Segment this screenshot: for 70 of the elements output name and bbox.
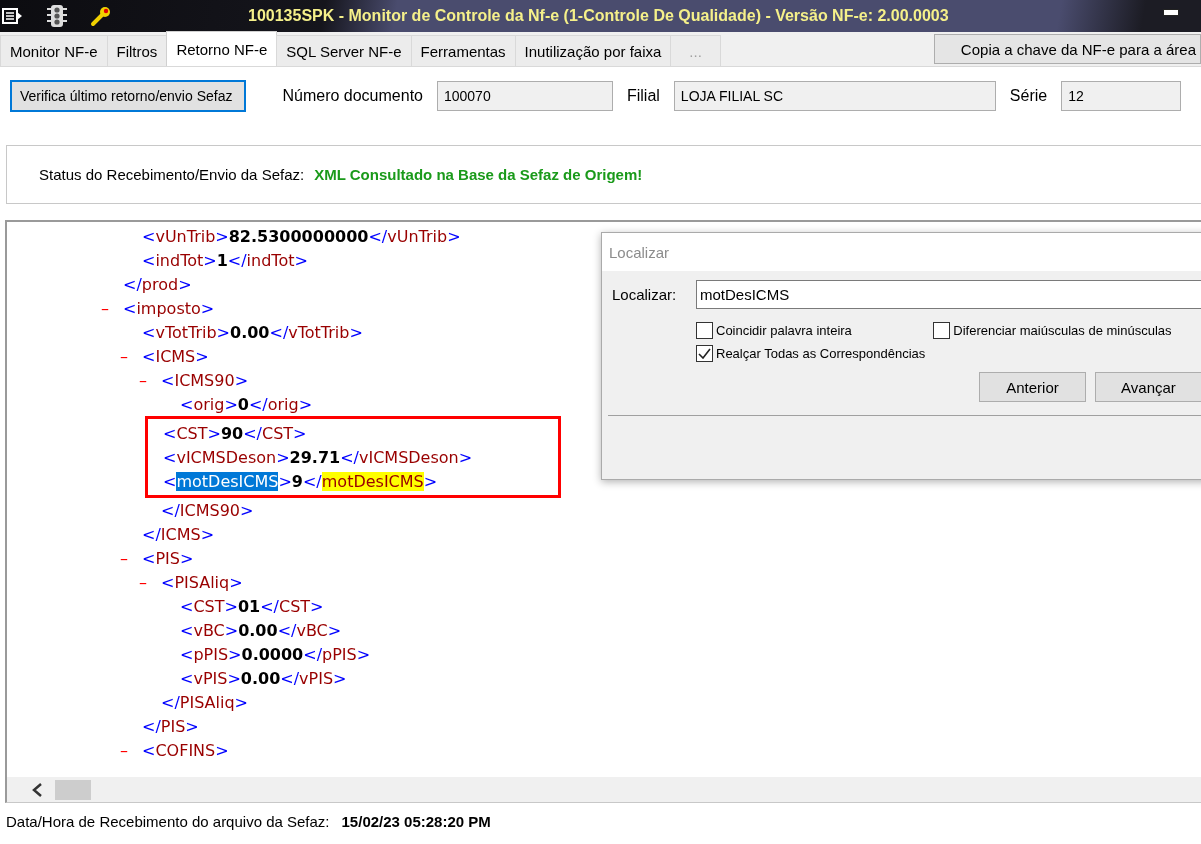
horizontal-scrollbar[interactable]	[7, 777, 1201, 802]
tab[interactable]: Filtros	[106, 35, 168, 66]
dialog-button[interactable]: Avançar	[1095, 372, 1201, 402]
checkbox[interactable]	[696, 345, 713, 362]
text-field[interactable]: 100070	[436, 81, 613, 111]
xml-element-line: <vBC>0.00</vBC>	[180, 620, 342, 640]
xml-element-line: <vICMSDeson>29.71</vICMSDeson>	[163, 447, 473, 467]
xml-element-line: <pPIS>0.0000</pPIS>	[180, 644, 371, 664]
dialog-title: Localizar	[602, 233, 1201, 271]
xml-tag: <ICMS>	[142, 346, 209, 366]
tab[interactable]: SQL Server NF-e	[276, 35, 412, 66]
xml-element-line: <CST>01</CST>	[180, 596, 324, 616]
tag-bracket: <	[163, 471, 177, 491]
xml-tag: </ICMS>	[142, 524, 215, 544]
xml-tag: <COFINS>	[142, 740, 229, 760]
tab[interactable]: Monitor NF-e	[0, 35, 108, 66]
tab[interactable]: Ferramentas	[410, 35, 516, 66]
tab[interactable]: Inutilização por faixa	[514, 35, 672, 66]
xml-tag: </ICMS90>	[161, 500, 254, 520]
field-label: Número documento	[282, 87, 423, 105]
tag-name: motDesICMS	[176, 471, 279, 491]
xml-element-line: <indTot>1</indTot>	[142, 250, 308, 270]
field-label: Filial	[626, 87, 660, 105]
tag-bracket: >	[278, 471, 292, 491]
text-field[interactable]: 12	[1061, 81, 1182, 111]
text-field[interactable]: LOJA FILIAL SC	[673, 81, 996, 111]
dialog-button[interactable]: Anterior	[979, 372, 1086, 402]
search-field[interactable]: motDesICMS	[696, 280, 1201, 309]
xml-tag: <imposto>	[123, 298, 215, 318]
xml-tag: <PIS>	[142, 548, 194, 568]
checkbox[interactable]	[696, 322, 713, 339]
minimize-icon[interactable]	[1163, 9, 1179, 17]
xml-tag: </prod>	[123, 274, 192, 294]
window-title: 100135SPK - Monitor de Controle da Nf-e (1-Controle De Qualidade) - Versão NF-e: 2.00.0003	[248, 7, 949, 25]
footer-label: Data/Hora de Recebimento do arquivo da Sefaz:	[6, 813, 330, 830]
collapse-toggle[interactable]: –	[120, 740, 142, 760]
traffic-light-icon[interactable]	[46, 4, 68, 28]
element-value: 9	[291, 471, 303, 491]
field-label: Série	[1009, 87, 1048, 105]
checkbox-option[interactable]: Diferenciar maiúsculas de minúsculas	[933, 322, 1172, 339]
xml-tag: </PIS>	[142, 716, 199, 736]
wrench-icon[interactable]	[90, 5, 112, 27]
tag-bracket: </	[302, 471, 322, 491]
search-label: Localizar:	[612, 286, 678, 303]
tag-bracket: >	[423, 471, 438, 491]
xml-tag: </PISAliq>	[161, 692, 248, 712]
received-timestamp: 15/02/23 05:28:20 PM	[341, 813, 491, 830]
collapse-toggle[interactable]: –	[101, 298, 123, 318]
xml-element-line: <vPIS>0.00</vPIS>	[180, 668, 347, 688]
checkbox[interactable]	[933, 322, 951, 339]
xml-element-line: <orig>0</orig>	[180, 394, 313, 414]
collapse-toggle[interactable]: –	[139, 572, 161, 592]
collapse-toggle[interactable]: –	[139, 370, 161, 390]
scroll-thumb[interactable]	[55, 779, 91, 800]
copy-key-button[interactable]: Copia a chave da NF-e para a área	[933, 34, 1201, 64]
xml-tag: <ICMS90>	[161, 370, 249, 390]
checkbox-option[interactable]: Realçar Todas as Correspondências	[696, 345, 926, 362]
xml-tag: <PISAliq>	[161, 572, 243, 592]
checkbox-option[interactable]: Coincidir palavra inteira	[696, 322, 926, 339]
xml-element-line: <vUnTrib>82.5300000000</vUnTrib>	[142, 226, 461, 246]
check-return-button[interactable]: Verifica último retorno/envio Sefaz	[10, 80, 247, 112]
xml-element-line: <CST>90</CST>	[163, 423, 307, 443]
list-icon[interactable]	[2, 7, 24, 25]
status-label: Status do Recebimento/Envio da Sefaz:	[39, 166, 305, 183]
xml-element-line: <vTotTrib>0.00</vTotTrib>	[142, 322, 363, 342]
scroll-left-icon[interactable]	[31, 781, 43, 798]
collapse-toggle[interactable]: –	[120, 346, 142, 366]
status-message: XML Consultado na Base da Sefaz de Origem!	[314, 166, 643, 183]
collapse-toggle[interactable]: –	[120, 548, 142, 568]
tab[interactable]: Retorno NF-e	[166, 31, 278, 66]
